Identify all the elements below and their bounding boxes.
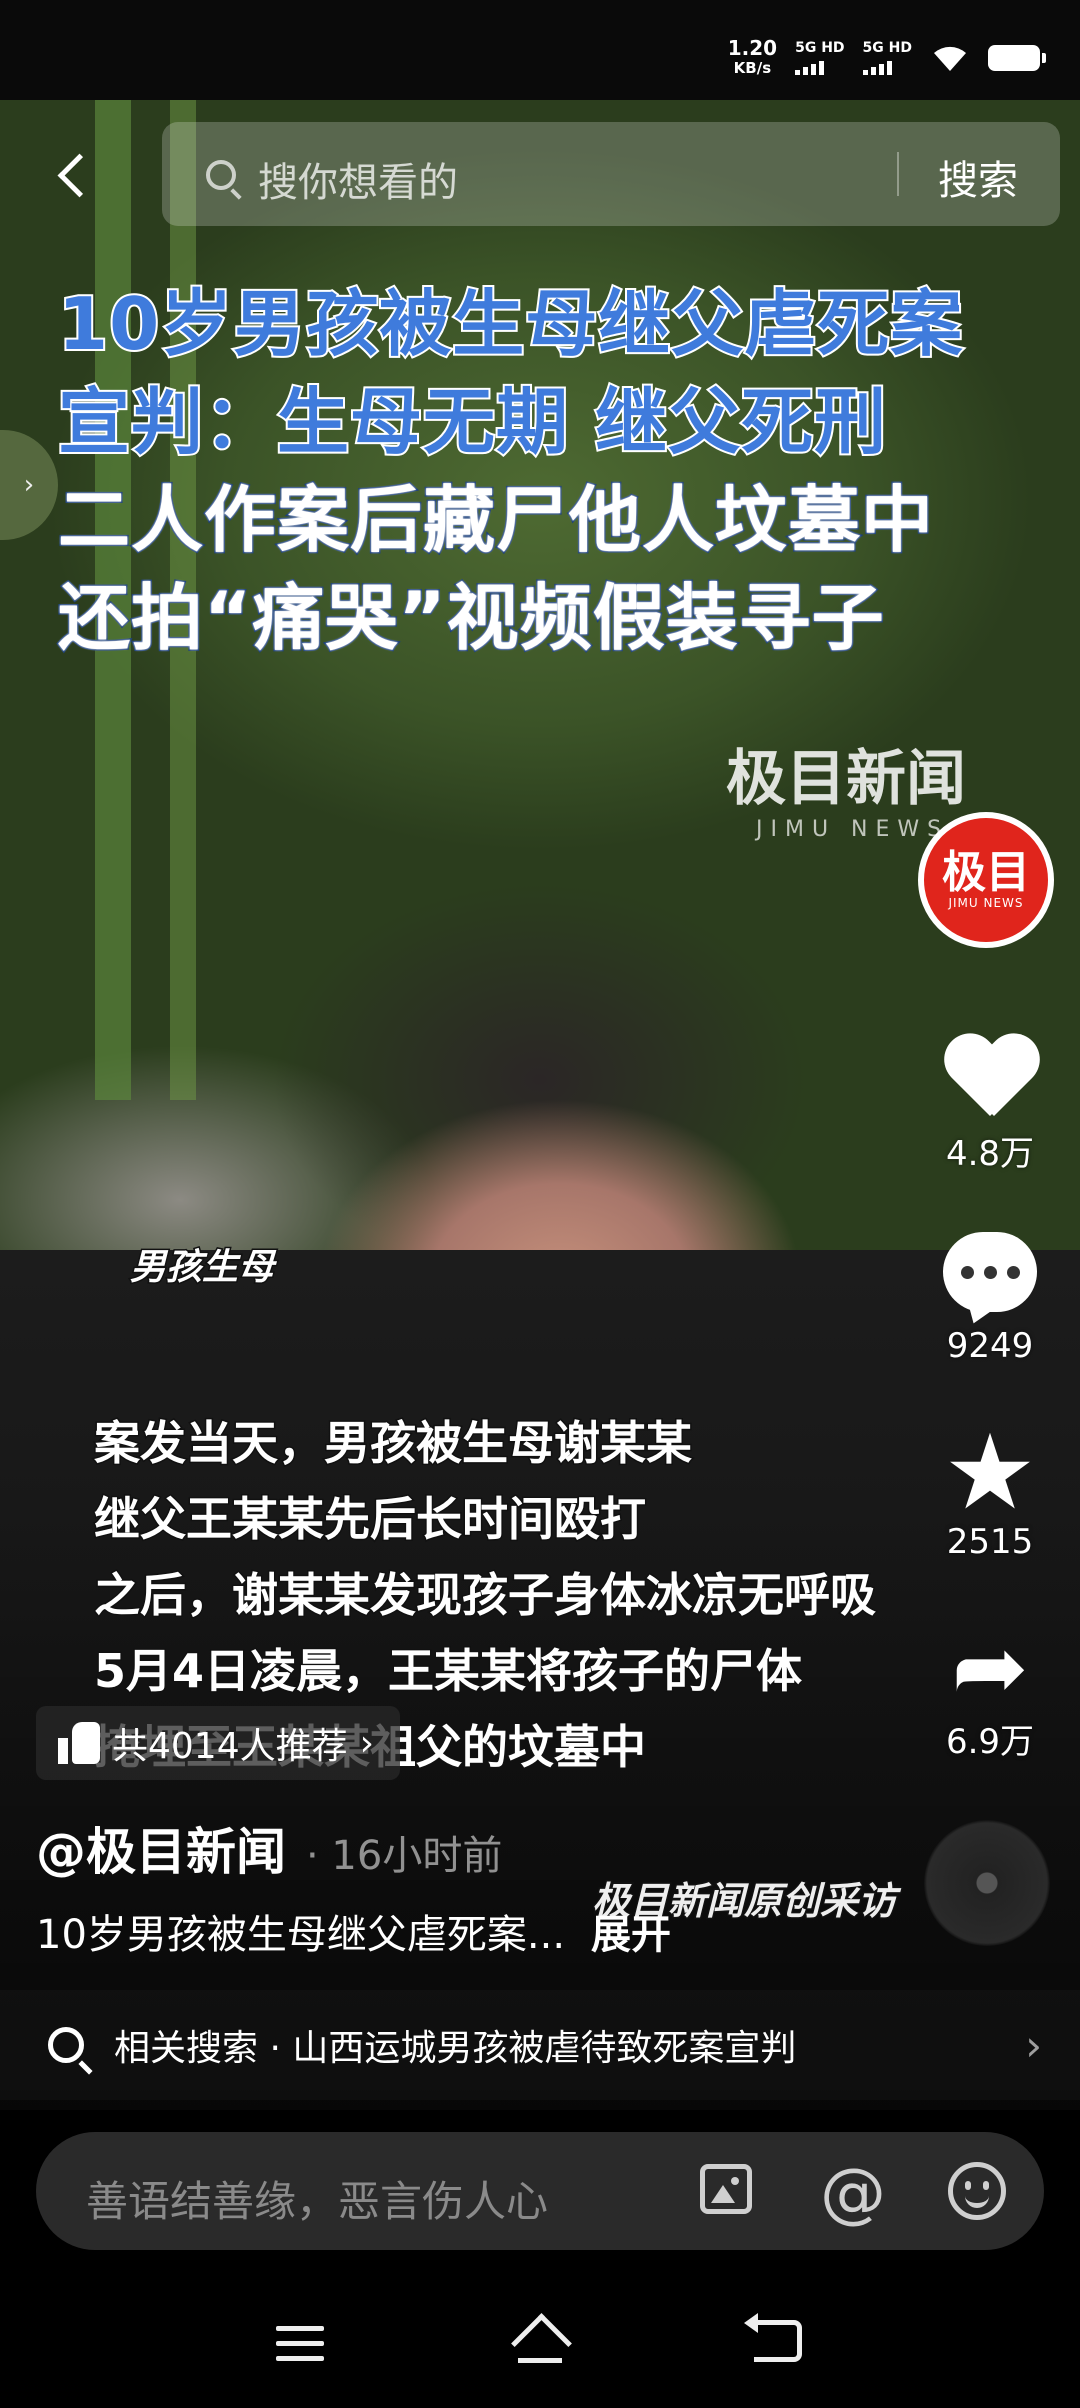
signal-bars-icon <box>862 59 912 75</box>
menu-icon[interactable] <box>276 2326 324 2362</box>
video-headline: 10岁男孩被生母继父虐死案 宣判：生母无期 继父死刑 二人作案后藏尸他人坟墓中 … <box>56 275 1038 667</box>
favorite-count: 2515 <box>946 1522 1034 1562</box>
related-search-text: 相关搜索 · 山西运城男孩被虐待致死案宣判 <box>114 2028 797 2069</box>
author-avatar[interactable]: 极目 JIMU NEWS <box>918 812 1054 948</box>
comment-box[interactable]: 善语结善缘，恶言伤人心 @ <box>36 2132 1044 2250</box>
post-author-row: @极目新闻 · 16小时前 <box>36 1812 502 1884</box>
top-bar: 搜你想看的 搜索 <box>0 110 1080 230</box>
signal-2-label: 5G HD <box>862 40 912 56</box>
headline-line-4: 还拍“痛哭”视频假装寻子 <box>57 575 886 662</box>
headline-line-2: 宣判：生母无期 继父死刑 <box>56 378 888 466</box>
share-count: 6.9万 <box>945 1722 1035 1762</box>
chevron-right-icon: › <box>1025 2020 1042 2070</box>
author-name[interactable]: @极目新闻 <box>36 1812 286 1884</box>
back-nav-icon[interactable] <box>744 2313 802 2362</box>
chevron-right-icon: › <box>359 1722 375 1764</box>
share-button[interactable]: ➦ 6.9万 <box>930 1614 1050 1763</box>
expand-button[interactable]: 展开 <box>591 1902 671 1960</box>
home-icon[interactable] <box>512 2318 568 2368</box>
subtitle-line: 5月4日凌晨，王某某将孩子的尸体 <box>93 1643 804 1700</box>
search-icon <box>48 2027 84 2063</box>
like-button[interactable]: 4.8万 <box>930 1036 1050 1175</box>
avatar-logo-text: 极目 <box>942 847 1030 898</box>
network-speed-value: 1.20 <box>727 36 778 60</box>
subtitle-line: 案发当天，男孩被生母谢某某 <box>93 1415 694 1472</box>
comment-input[interactable]: 善语结善缘，恶言伤人心 <box>86 2168 548 2229</box>
watermark: 极目新闻 JIMU NEWS <box>726 730 976 842</box>
comment-button[interactable]: 9249 <box>930 1232 1050 1366</box>
system-nav-bar <box>0 2310 1080 2390</box>
share-icon: ➦ <box>951 1614 1029 1721</box>
search-icon <box>206 160 236 190</box>
comment-icon <box>943 1232 1037 1312</box>
headline-line-3: 二人作案后藏尸他人坟墓中 <box>57 477 935 564</box>
wifi-icon <box>934 46 966 71</box>
status-bar: 1.20 KB/s 5G HD 5G HD <box>0 0 1080 100</box>
back-icon[interactable] <box>48 150 98 200</box>
recommend-label: 共4014人推荐 <box>112 1726 348 1767</box>
search-input[interactable]: 搜你想看的 <box>258 150 458 208</box>
comment-count: 9249 <box>946 1326 1034 1366</box>
signal-1: 5G HD <box>795 40 845 75</box>
speaker-caption: 男孩生母 <box>128 1246 275 1290</box>
chevron-right-icon: › <box>23 470 35 500</box>
thumbs-up-icon <box>58 1722 100 1764</box>
battery-icon <box>988 45 1046 71</box>
network-speed-unit: KB/s <box>733 59 772 77</box>
status-icons: 1.20 KB/s 5G HD 5G HD <box>728 38 1046 78</box>
emoji-icon[interactable] <box>948 2162 1006 2220</box>
watermark-logo: 极目新闻 <box>726 744 966 814</box>
avatar-logo-sub: JIMU NEWS <box>948 896 1024 910</box>
signal-2: 5G HD <box>862 40 912 75</box>
music-disc-icon[interactable] <box>924 1820 1050 1946</box>
heart-icon <box>942 1036 1038 1124</box>
subtitle-line: 之后，谢某某发现孩子身体冰凉无呼吸 <box>93 1567 878 1624</box>
signal-1-label: 5G HD <box>795 40 845 56</box>
recommend-pill[interactable]: 共4014人推荐 › <box>36 1706 401 1780</box>
image-icon[interactable] <box>700 2164 752 2214</box>
post-time: · 16小时前 <box>306 1833 503 1879</box>
signal-bars-icon <box>795 59 844 75</box>
post-description: 10岁男孩被生母继父虐死案... <box>36 1912 566 1958</box>
star-icon: ★ <box>943 1411 1037 1533</box>
favorite-button[interactable]: ★ 2515 <box>930 1411 1050 1562</box>
bottom-bar: 善语结善缘，恶言伤人心 @ <box>0 2110 1080 2408</box>
mention-icon[interactable]: @ <box>820 2154 886 2231</box>
like-count: 4.8万 <box>945 1134 1035 1174</box>
network-speed: 1.20 KB/s <box>728 38 777 78</box>
post-description-row: 10岁男孩被生母继父虐死案... 展开 <box>36 1902 671 1960</box>
related-search-bar[interactable]: 相关搜索 · 山西运城男孩被虐待致死案宣判 › <box>0 1990 1080 2100</box>
search-divider <box>897 152 899 196</box>
headline-line-1: 10岁男孩被生母继父虐死案 <box>56 280 964 368</box>
search-bar[interactable]: 搜你想看的 搜索 <box>162 122 1060 226</box>
search-button[interactable]: 搜索 <box>938 148 1018 206</box>
subtitle-line: 继父王某某先后长时间殴打 <box>93 1491 648 1548</box>
